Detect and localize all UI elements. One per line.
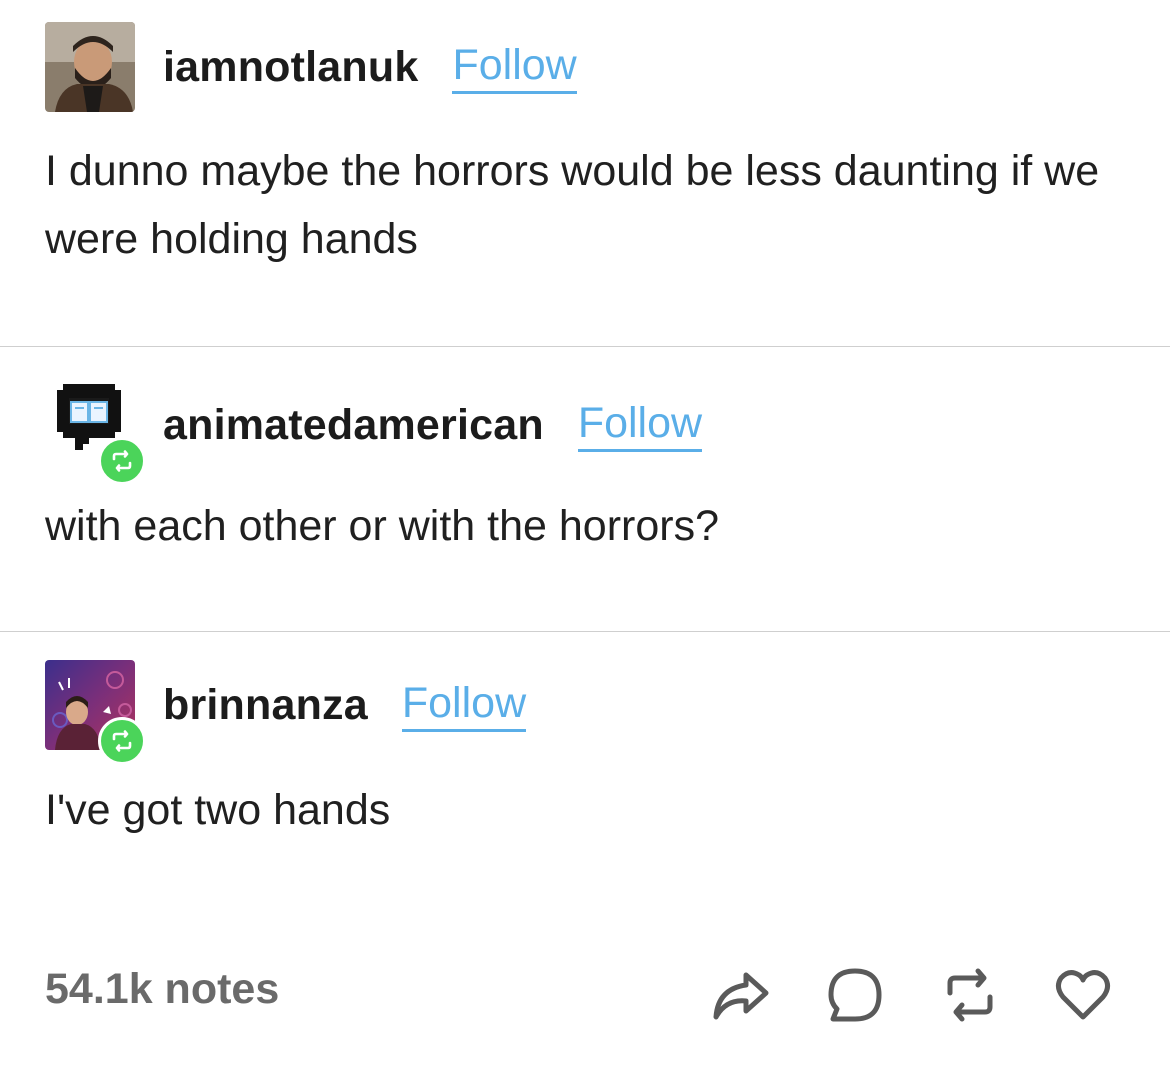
heart-icon[interactable] — [1048, 960, 1118, 1030]
username[interactable]: iamnotlanuk — [163, 43, 418, 92]
avatar-iamnotlanuk[interactable] — [45, 22, 135, 112]
reblog-badge-icon — [98, 717, 146, 765]
notes-count[interactable]: 54.1k notes — [45, 965, 279, 1014]
post-header: iamnotlanuk Follow — [45, 22, 577, 112]
avatar-animatedamerican[interactable] — [45, 380, 146, 485]
username[interactable]: brinnanza — [163, 681, 368, 730]
comment-icon[interactable] — [820, 960, 890, 1030]
username[interactable]: animatedamerican — [163, 401, 544, 450]
avatar-brinnanza[interactable] — [45, 660, 146, 765]
follow-button[interactable]: Follow — [452, 40, 577, 94]
post-header: brinnanza Follow — [45, 660, 527, 765]
follow-button[interactable]: Follow — [401, 678, 527, 732]
share-icon[interactable] — [705, 960, 775, 1030]
post-header: animatedamerican Follow — [45, 380, 703, 485]
divider — [0, 631, 1170, 632]
follow-button[interactable]: Follow — [577, 398, 703, 452]
post-text: I've got two hands — [45, 786, 391, 834]
reblog-icon[interactable] — [935, 960, 1005, 1030]
divider — [0, 346, 1170, 347]
avatar-image — [45, 22, 135, 112]
reblog-badge-icon — [98, 437, 146, 485]
post-text: with each other or with the horrors? — [45, 502, 719, 550]
post-text: I dunno maybe the horrors would be less … — [45, 147, 1100, 263]
